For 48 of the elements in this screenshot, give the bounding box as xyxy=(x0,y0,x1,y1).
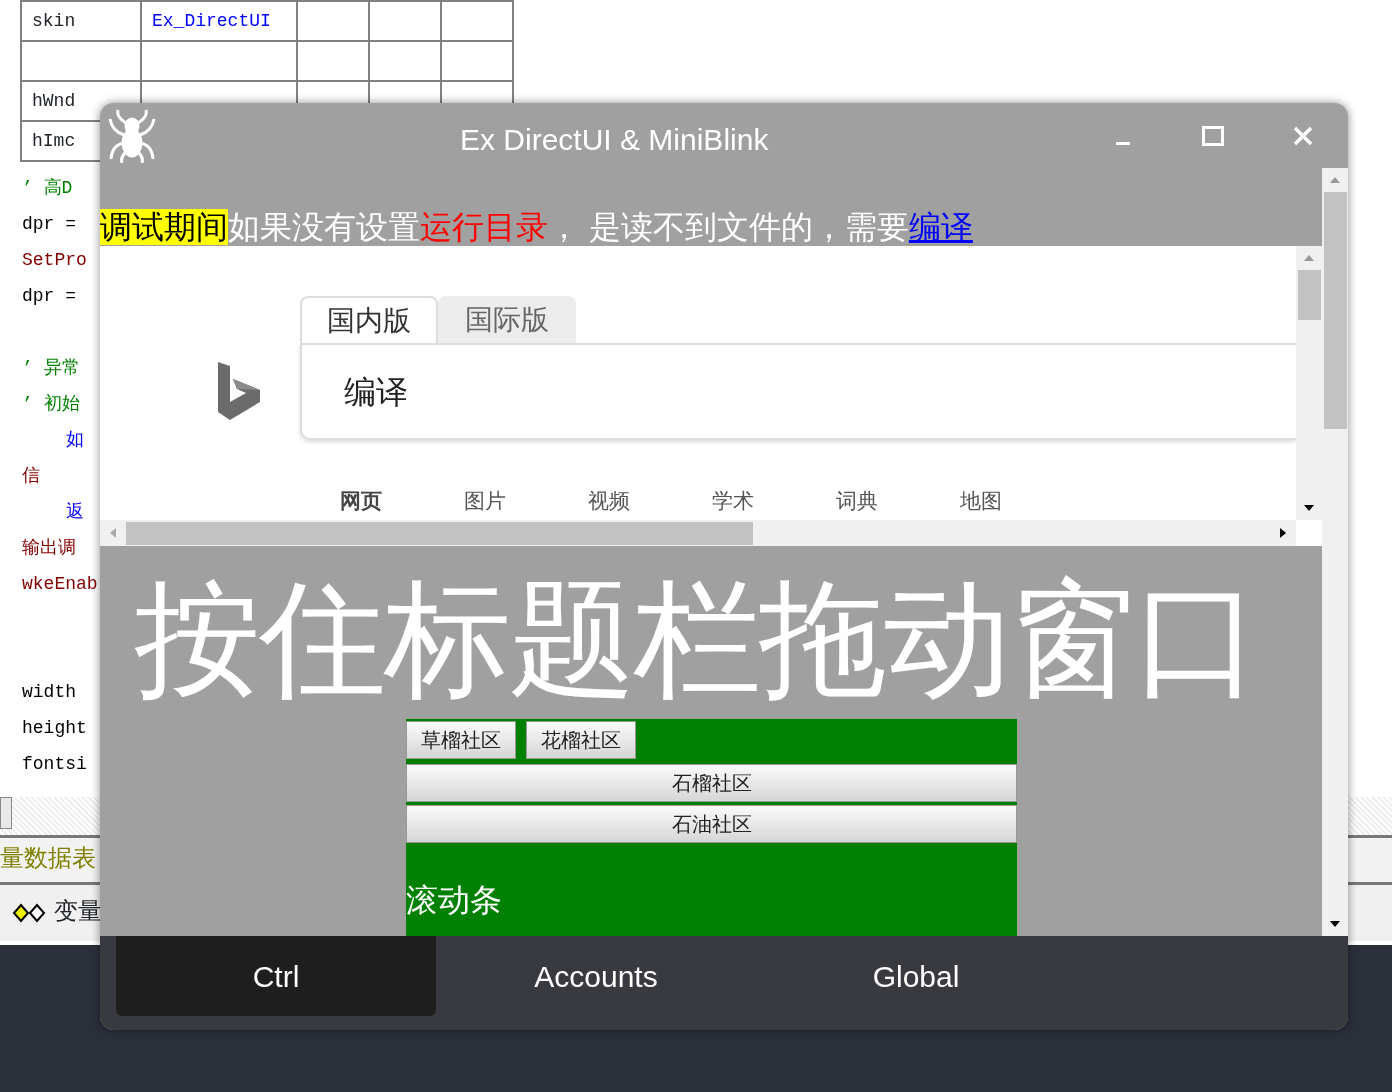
community-tab[interactable]: 草榴社区 xyxy=(406,721,516,759)
code-line: 返 xyxy=(66,502,84,522)
code-line: SetPro xyxy=(22,250,87,270)
logo-icon xyxy=(218,362,260,420)
code-line: dpr = xyxy=(22,286,76,306)
panel-caption: 滚动条 xyxy=(406,882,502,918)
scrollbar-thumb[interactable] xyxy=(126,521,753,545)
code-line: fontsi xyxy=(22,754,87,774)
community-button[interactable]: 石油社区 xyxy=(406,805,1017,843)
search-category-tab[interactable]: 视频 xyxy=(588,485,712,517)
minimize-icon xyxy=(1116,142,1130,145)
code-comment: ’ 初始 xyxy=(22,394,80,414)
property-value: Ex_DirectUI xyxy=(141,1,297,41)
search-category-tab[interactable]: 学术 xyxy=(712,485,836,517)
community-button[interactable]: 石榴社区 xyxy=(406,764,1017,802)
community-tab[interactable]: 花榴社区 xyxy=(526,721,636,759)
spider-icon xyxy=(108,108,156,163)
search-category-tab[interactable]: 词典 xyxy=(836,485,960,517)
close-icon xyxy=(1293,125,1313,146)
nav-tab[interactable]: Ctrl xyxy=(116,936,436,1016)
code-comment: ’ 异常 xyxy=(22,358,80,378)
region-tab[interactable]: 国际版 xyxy=(438,296,576,343)
code-line: dpr = xyxy=(22,214,76,234)
scroll-button[interactable] xyxy=(0,797,12,829)
code-line: 如 xyxy=(66,430,84,450)
window-title: Ex DirectUI & MiniBlink xyxy=(460,122,769,158)
search-category-tab[interactable]: 图片 xyxy=(464,485,588,517)
region-tab[interactable]: 国内版 xyxy=(300,296,438,343)
banner-text: 按住标题栏拖动窗口 xyxy=(133,567,1260,712)
code-comment: ’ 高D xyxy=(22,178,73,198)
nav-tab[interactable]: Global xyxy=(756,936,1076,1016)
code-line: width xyxy=(22,682,76,702)
code-line: wkeEnab xyxy=(22,574,98,594)
property-name: skin xyxy=(21,1,141,41)
code-line: 信 xyxy=(22,466,40,486)
panel-tab[interactable]: 变量 xyxy=(54,895,102,931)
search-field[interactable]: 编译 xyxy=(342,366,642,417)
nav-tab[interactable]: Accounts xyxy=(436,936,756,1016)
maximize-icon xyxy=(1202,125,1224,146)
scrollbar-thumb[interactable] xyxy=(1323,192,1347,429)
scrollbar-thumb[interactable] xyxy=(1297,270,1321,320)
scrollbar-corner xyxy=(1296,520,1322,546)
code-line: 输出调 xyxy=(22,538,76,558)
file-tab[interactable]: 量数据表 xyxy=(0,848,96,872)
search-category-tab[interactable]: 网页 xyxy=(340,485,464,517)
notice-text: 调试期间如果没有设置运行目录， 是读不到文件的，需要编译 xyxy=(100,209,973,245)
code-line: height xyxy=(22,718,87,738)
search-category-tab[interactable]: 地图 xyxy=(960,485,1084,517)
